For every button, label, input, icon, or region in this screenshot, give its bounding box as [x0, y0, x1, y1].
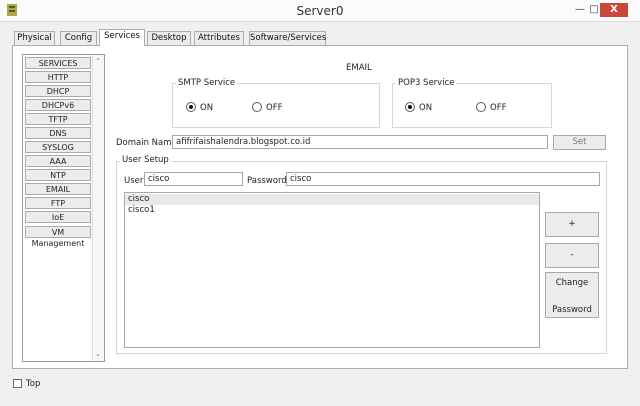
service-item-ftp[interactable]: FTP	[25, 197, 91, 209]
pop3-off-label: OFF	[490, 103, 507, 113]
change-password-button[interactable]: Change Password	[545, 272, 599, 318]
top-label: Top	[26, 379, 41, 389]
tab-services[interactable]: Services	[99, 29, 145, 46]
tab-attributes[interactable]: Attributes	[194, 31, 244, 45]
service-item-email[interactable]: EMAIL	[25, 183, 91, 195]
service-item-ntp[interactable]: NTP	[25, 169, 91, 181]
tab-config[interactable]: Config	[60, 31, 97, 45]
services-scrollbar[interactable]	[92, 55, 104, 361]
tab-physical[interactable]: Physical	[14, 31, 55, 45]
smtp-on-radio[interactable]	[186, 102, 196, 112]
service-item-dhcp[interactable]: DHCP	[25, 85, 91, 97]
service-item-tftp[interactable]: TFTP	[25, 113, 91, 125]
window-title: Server0	[296, 4, 344, 18]
service-item-http[interactable]: HTTP	[25, 71, 91, 83]
user-setup-legend: User Setup	[120, 155, 171, 165]
tab-desktop[interactable]: Desktop	[147, 31, 191, 45]
email-heading: EMAIL	[346, 63, 372, 73]
service-item-ioe[interactable]: IoE	[25, 211, 91, 223]
smtp-on-label: ON	[200, 103, 214, 113]
close-button[interactable]: X	[600, 3, 628, 17]
smtp-service-legend: SMTP Service	[176, 78, 238, 88]
add-user-button[interactable]: +	[545, 212, 599, 237]
tab-software-services[interactable]: Software/Services	[249, 31, 326, 45]
service-item-services[interactable]: SERVICES	[25, 57, 91, 69]
service-item-dhcpv6[interactable]: DHCPv6	[25, 99, 91, 111]
change-password-line2: Password	[552, 305, 592, 315]
service-item-vm-management[interactable]: VM Management	[25, 226, 91, 248]
set-button[interactable]: Set	[553, 135, 606, 150]
change-password-line1: Change	[555, 278, 589, 288]
pop3-service-legend: POP3 Service	[396, 78, 457, 88]
password-label: Password	[247, 176, 287, 186]
list-item[interactable]: cisco	[125, 194, 539, 205]
remove-user-button[interactable]: -	[545, 243, 599, 268]
service-item-syslog[interactable]: SYSLOG	[25, 141, 91, 153]
service-item-aaa[interactable]: AAA	[25, 155, 91, 167]
pop3-service-group	[392, 83, 552, 128]
smtp-off-radio[interactable]	[252, 102, 262, 112]
pop3-on-label: ON	[419, 103, 433, 113]
pop3-on-radio[interactable]	[405, 102, 415, 112]
top-checkbox[interactable]	[13, 379, 22, 388]
list-item[interactable]: cisco1	[125, 205, 539, 216]
pop3-off-radio[interactable]	[476, 102, 486, 112]
user-input[interactable]: cisco	[144, 172, 243, 186]
chevron-up-icon[interactable]: ⌃	[92, 56, 104, 66]
user-label: User	[124, 176, 144, 186]
domain-name-input[interactable]: afifrifaishalendra.blogspot.co.id	[172, 135, 548, 149]
chevron-down-icon[interactable]: ⌄	[92, 349, 104, 359]
password-input[interactable]: cisco	[286, 172, 600, 186]
smtp-off-label: OFF	[266, 103, 283, 113]
service-item-dns[interactable]: DNS	[25, 127, 91, 139]
domain-name-label: Domain Name:	[116, 138, 180, 148]
